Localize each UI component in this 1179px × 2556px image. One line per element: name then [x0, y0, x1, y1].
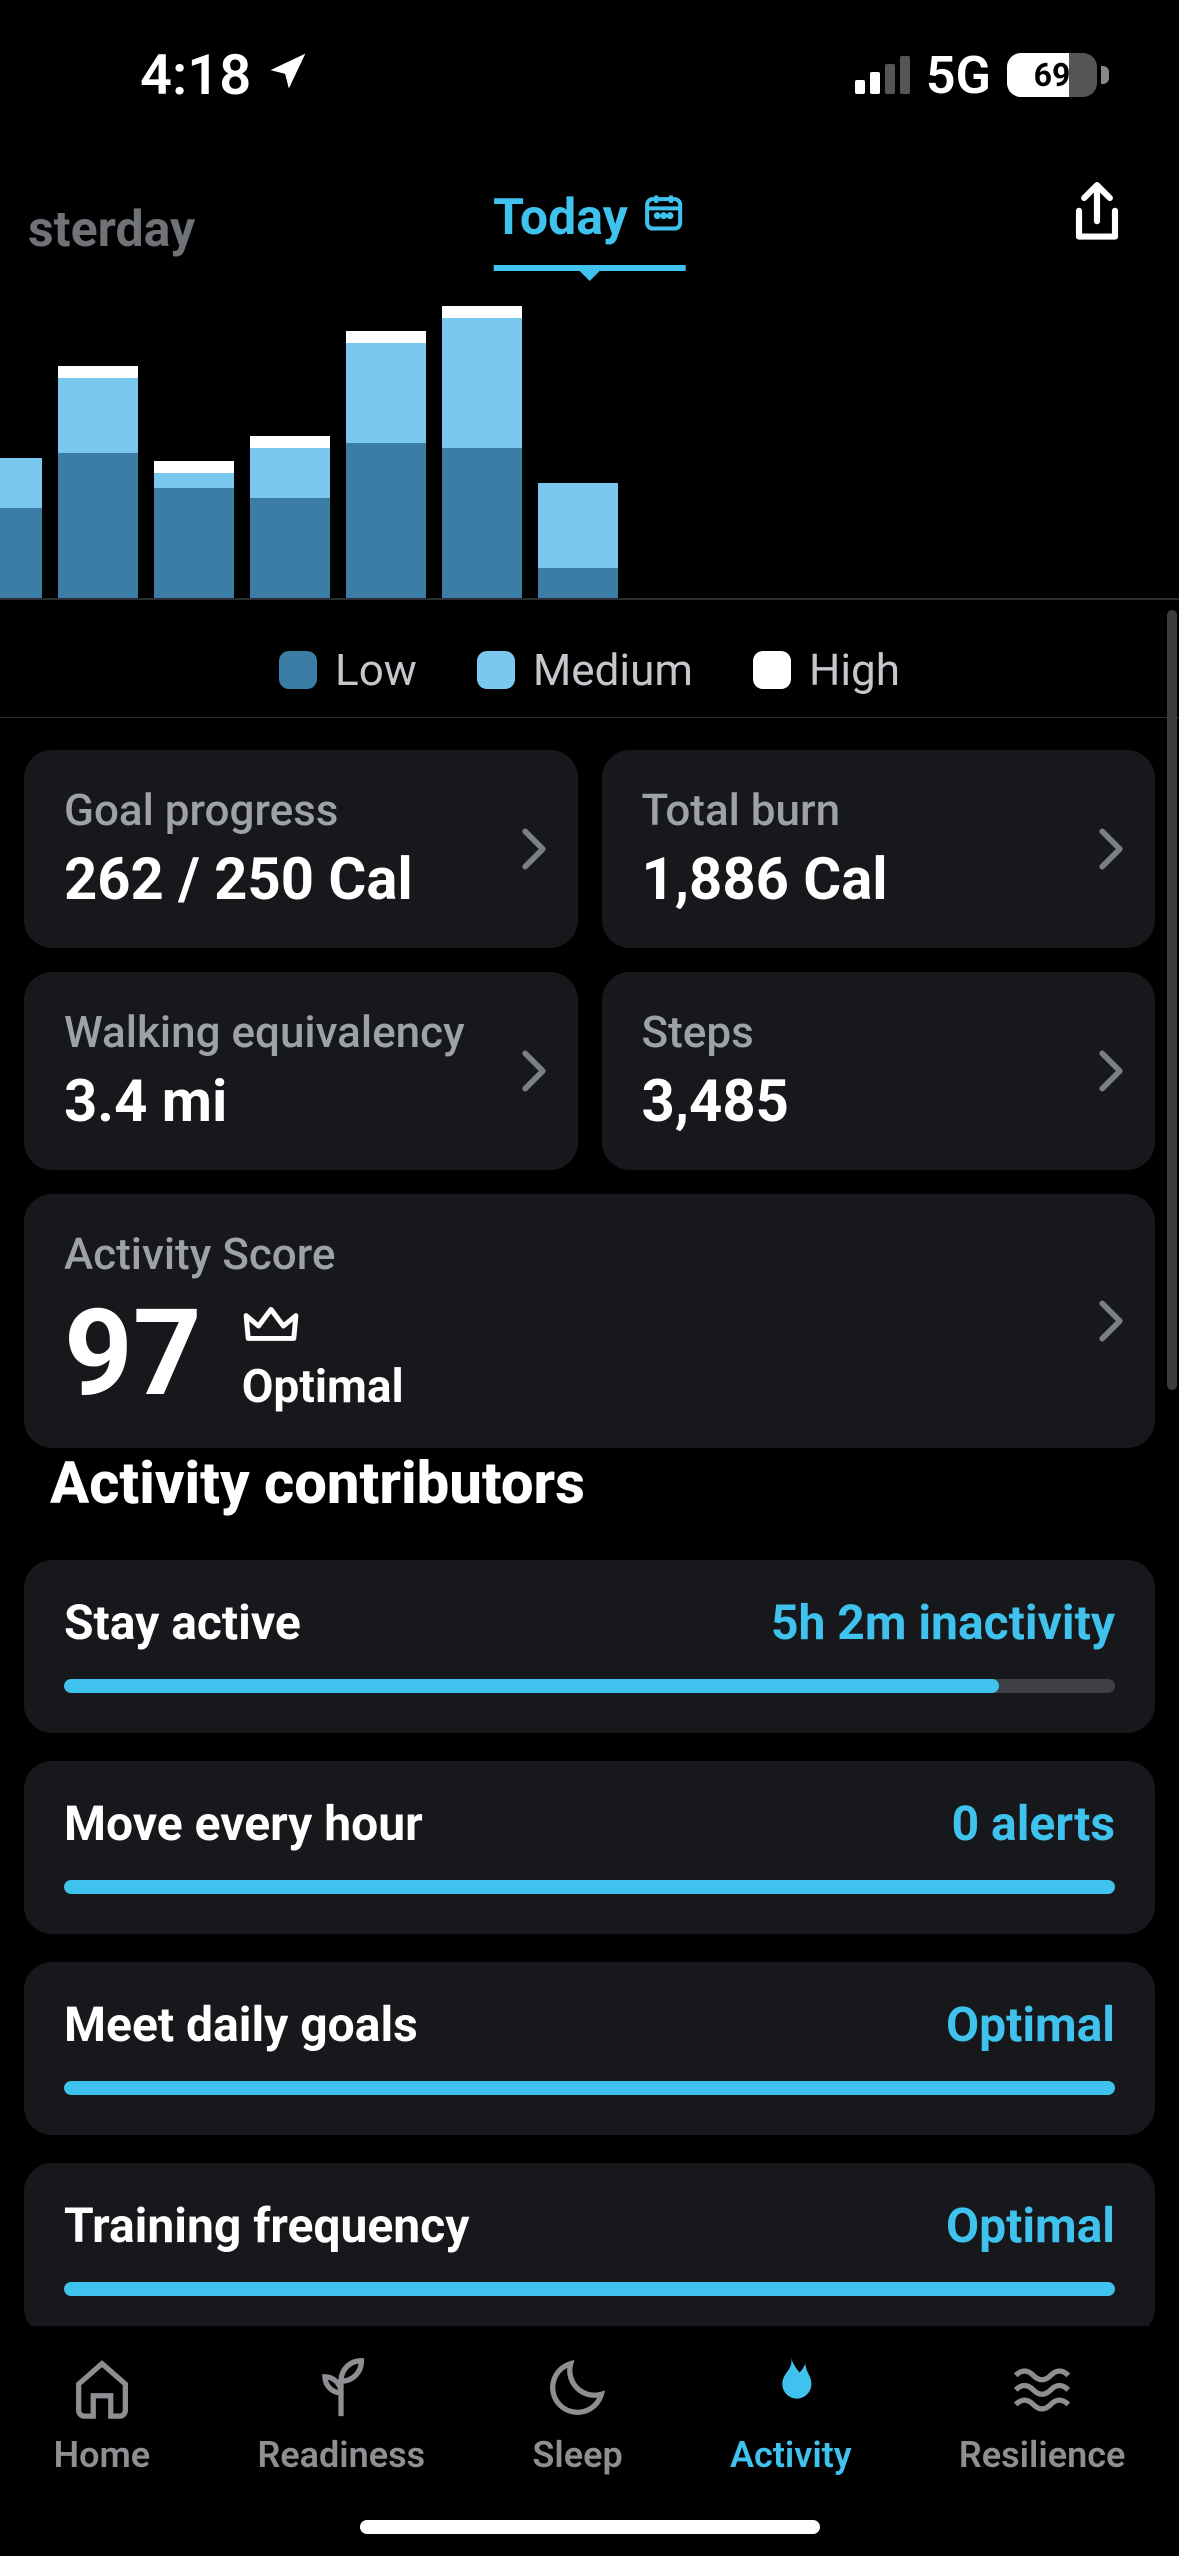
- contributor-value: 5h 2m inactivity: [771, 1594, 1115, 1651]
- chart-bar: [154, 461, 234, 598]
- card-steps[interactable]: Steps 3,485: [602, 972, 1156, 1170]
- chart-bar: [250, 436, 330, 598]
- card-value: 3,485: [642, 1068, 1116, 1136]
- contributor-bar: [64, 2282, 1115, 2296]
- chevron-right-icon: [1097, 827, 1125, 871]
- home-icon: [67, 2352, 137, 2422]
- tab-label: Readiness: [257, 2434, 425, 2476]
- contributor-name: Stay active: [64, 1594, 301, 1651]
- chevron-right-icon: [1097, 1299, 1125, 1343]
- contributor-name: Training frequency: [64, 2197, 469, 2254]
- share-button[interactable]: [1065, 180, 1129, 252]
- tab-yesterday[interactable]: sterday: [28, 201, 195, 259]
- chart-bar: [442, 306, 522, 598]
- legend-medium-label: Medium: [533, 644, 693, 696]
- calendar-icon: [642, 189, 686, 247]
- card-goal-progress[interactable]: Goal progress 262 / 250 Cal: [24, 750, 578, 948]
- flame-icon: [756, 2352, 826, 2422]
- card-value: 262 / 250 Cal: [64, 846, 538, 914]
- stats-cards: Goal progress 262 / 250 Cal Total burn 1…: [24, 750, 1155, 1448]
- legend-high: High: [753, 644, 900, 696]
- tab-today-label: Today: [493, 189, 628, 247]
- card-label: Goal progress: [64, 784, 538, 836]
- card-walking-equivalency[interactable]: Walking equivalency 3.4 mi: [24, 972, 578, 1170]
- network-label: 5G: [926, 45, 991, 106]
- contributor-name: Move every hour: [64, 1795, 423, 1852]
- signal-icon: [855, 56, 910, 94]
- chart-bar: [538, 483, 618, 598]
- tab-sleep[interactable]: Sleep: [532, 2352, 622, 2476]
- chart-legend: Low Medium High: [0, 622, 1179, 718]
- contributor-item[interactable]: Stay active 5h 2m inactivity: [24, 1560, 1155, 1733]
- card-label: Total burn: [642, 784, 1116, 836]
- battery-level: 69: [1007, 53, 1097, 97]
- card-total-burn[interactable]: Total burn 1,886 Cal: [602, 750, 1156, 948]
- tab-activity[interactable]: Activity: [730, 2352, 852, 2476]
- chart-bar: [58, 366, 138, 598]
- contributor-item[interactable]: Meet daily goals Optimal: [24, 1962, 1155, 2135]
- card-label: Steps: [642, 1006, 1116, 1058]
- score-value: 97: [64, 1294, 202, 1414]
- tab-today[interactable]: Today: [493, 189, 686, 271]
- legend-low-label: Low: [335, 644, 417, 696]
- moon-icon: [543, 2352, 613, 2422]
- card-value: 1,886 Cal: [642, 846, 1116, 914]
- section-heading: Activity contributors: [50, 1450, 585, 1518]
- legend-low: Low: [279, 644, 417, 696]
- contributor-value: Optimal: [946, 2197, 1115, 2254]
- chart-bar: [0, 458, 42, 598]
- score-status: Optimal: [242, 1360, 404, 1414]
- header: sterday Today: [0, 170, 1179, 290]
- tab-resilience[interactable]: Resilience: [959, 2352, 1125, 2476]
- scroll-indicator[interactable]: [1167, 610, 1177, 1390]
- home-indicator[interactable]: [360, 2520, 820, 2534]
- contributor-bar: [64, 1679, 1115, 1693]
- status-right: 5G 69: [855, 45, 1109, 106]
- crown-icon: [242, 1304, 300, 1352]
- contributor-name: Meet daily goals: [64, 1996, 418, 2053]
- contributor-bar: [64, 1880, 1115, 1894]
- status-left: 4:18: [140, 42, 309, 108]
- waves-icon: [1007, 2352, 1077, 2422]
- battery-icon: 69: [1007, 53, 1109, 97]
- contributor-bar: [64, 2081, 1115, 2095]
- card-activity-score[interactable]: Activity Score 97 Optimal: [24, 1194, 1155, 1448]
- contributor-value: Optimal: [946, 1996, 1115, 2053]
- tab-label: Resilience: [959, 2434, 1125, 2476]
- location-icon: [265, 42, 309, 108]
- contributor-item[interactable]: Training frequency Optimal: [24, 2163, 1155, 2336]
- status-bar: 4:18 5G 69: [0, 0, 1179, 150]
- card-value: 3.4 mi: [64, 1068, 538, 1136]
- card-label: Activity Score: [64, 1228, 1115, 1280]
- chevron-right-icon: [520, 827, 548, 871]
- chevron-right-icon: [1097, 1049, 1125, 1093]
- tab-label: Home: [54, 2434, 151, 2476]
- status-time: 4:18: [140, 42, 251, 108]
- tab-home[interactable]: Home: [54, 2352, 151, 2476]
- chevron-right-icon: [520, 1049, 548, 1093]
- plant-icon: [306, 2352, 376, 2422]
- legend-swatch-medium: [477, 651, 515, 689]
- activity-chart[interactable]: [0, 310, 1179, 600]
- legend-swatch-low: [279, 651, 317, 689]
- legend-high-label: High: [809, 644, 900, 696]
- legend-swatch-high: [753, 651, 791, 689]
- tab-label: Sleep: [532, 2434, 622, 2476]
- card-label: Walking equivalency: [64, 1006, 538, 1058]
- tab-readiness[interactable]: Readiness: [257, 2352, 425, 2476]
- tab-label: Activity: [730, 2434, 852, 2476]
- chart-bar: [346, 331, 426, 598]
- contributor-value: 0 alerts: [952, 1795, 1115, 1852]
- contributor-item[interactable]: Move every hour 0 alerts: [24, 1761, 1155, 1934]
- legend-medium: Medium: [477, 644, 693, 696]
